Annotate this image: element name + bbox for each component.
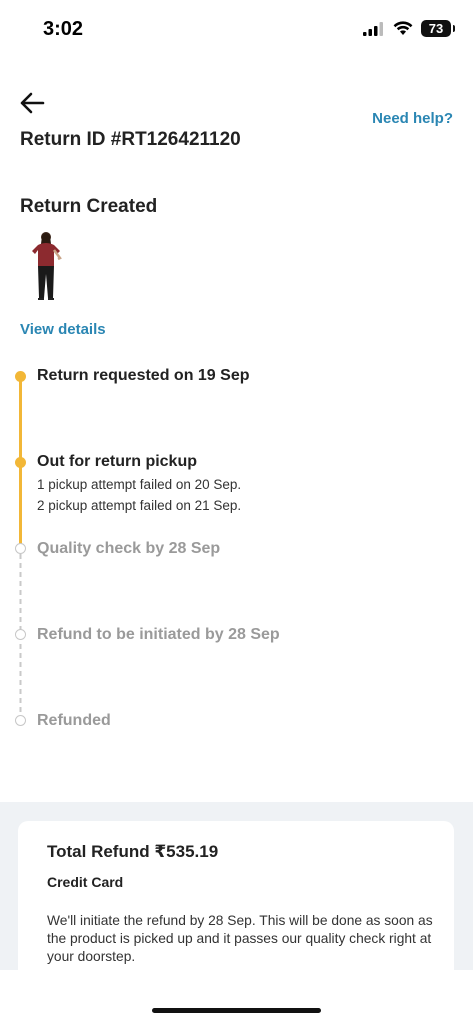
cellular-signal-icon bbox=[363, 21, 383, 36]
timeline-dot-refunded bbox=[15, 715, 26, 726]
timeline-step-requested: Return requested on 19 Sep bbox=[37, 367, 250, 384]
battery-icon: 73 bbox=[421, 20, 455, 37]
timeline-dot-pickup bbox=[15, 457, 26, 468]
return-id-title: Return ID #RT126421120 bbox=[20, 129, 241, 150]
timeline-step-pickup: Out for return pickup bbox=[37, 453, 197, 470]
back-arrow-icon[interactable] bbox=[18, 90, 46, 116]
home-indicator[interactable] bbox=[152, 1008, 321, 1013]
bottom-bar bbox=[0, 970, 473, 1024]
timeline-dot-quality-check bbox=[15, 543, 26, 554]
timeline-dot-requested bbox=[15, 371, 26, 382]
timeline-step-refund-initiated: Refund to be initiated by 28 Sep bbox=[37, 626, 280, 643]
timeline-step-quality-check: Quality check by 28 Sep bbox=[37, 540, 221, 557]
status-bar: 3:02 73 bbox=[0, 0, 473, 60]
need-help-link[interactable]: Need help? bbox=[372, 110, 453, 127]
pickup-attempt-1: 1 pickup attempt failed on 20 Sep. bbox=[37, 477, 242, 492]
total-refund-amount: Total Refund ₹535.19 bbox=[47, 842, 219, 861]
refund-method: Credit Card bbox=[47, 874, 124, 890]
timeline-dot-refund-initiated bbox=[15, 629, 26, 640]
battery-level: 73 bbox=[428, 21, 444, 36]
view-details-link[interactable]: View details bbox=[20, 321, 106, 338]
refund-description: We'll initiate the refund by 28 Sep. Thi… bbox=[47, 913, 433, 964]
status-icons: 73 bbox=[363, 20, 455, 37]
return-status-title: Return Created bbox=[20, 196, 158, 217]
timeline-step-refunded: Refunded bbox=[37, 712, 111, 729]
wifi-icon bbox=[393, 21, 413, 35]
refund-card: Total Refund ₹535.19 Credit Card We'll i… bbox=[18, 821, 454, 991]
status-time: 3:02 bbox=[43, 18, 84, 40]
pickup-attempt-2: 2 pickup attempt failed on 21 Sep. bbox=[37, 498, 242, 513]
product-thumbnail[interactable] bbox=[24, 228, 72, 302]
